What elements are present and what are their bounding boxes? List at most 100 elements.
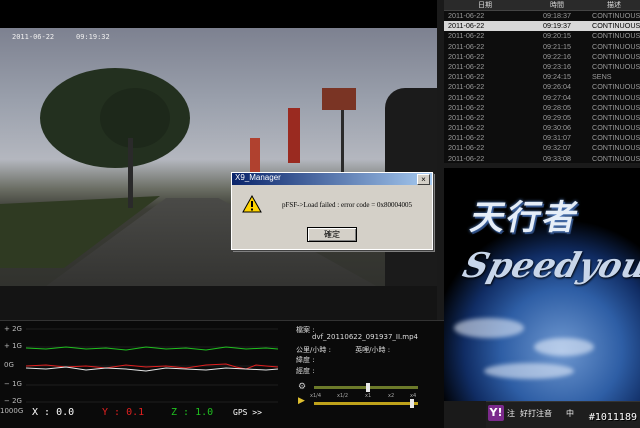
list-cell-time: 09:20:15 xyxy=(543,31,571,41)
list-cell-time: 09:32:07 xyxy=(543,143,571,153)
list-cell-time: 09:26:04 xyxy=(543,82,571,92)
list-cell-desc: SENS xyxy=(592,72,612,82)
osd-date: 2011-06-22 xyxy=(12,33,55,41)
mph-label: 英哩/小時 : xyxy=(355,345,391,354)
axes-readout: X : 0.0 Y : 0.1 Z : 1.0 GPS >> xyxy=(0,407,290,423)
list-cell-time: 09:29:05 xyxy=(543,112,571,122)
list-cell-time: 09:27:04 xyxy=(543,92,571,102)
dialog-title: X9_Manager xyxy=(235,173,281,182)
list-row[interactable]: 2011-06-22 09:21:15 CONTINUOUS xyxy=(444,42,640,52)
dialog-close-button[interactable]: × xyxy=(417,174,430,185)
error-dialog: X9_Manager × pFSF->Load failed : error c… xyxy=(231,172,433,250)
column-header-time[interactable]: 時間 xyxy=(526,0,588,10)
list-row[interactable]: 2011-06-22 09:30:06 CONTINUOUS xyxy=(444,123,640,133)
shop-sign xyxy=(288,108,300,163)
lang-indicator[interactable]: 中 xyxy=(566,408,574,419)
list-cell-time: 09:31:07 xyxy=(543,133,571,143)
yahoo-icon[interactable]: Y! xyxy=(488,405,504,421)
list-cell-date: 2011-06-22 xyxy=(448,112,485,122)
list-cell-desc: CONTINUOUS xyxy=(592,61,640,71)
watermark: #1011189 xyxy=(588,412,637,423)
speed-slider-thumb[interactable] xyxy=(366,383,370,392)
list-row[interactable]: 2011-06-22 09:24:15 SENS xyxy=(444,72,640,82)
volume-slider[interactable] xyxy=(314,399,418,408)
gsensor-graph xyxy=(26,325,278,405)
warning-icon xyxy=(242,195,262,213)
x-readout: X : 0.0 xyxy=(32,407,75,418)
volume-slider-thumb[interactable] xyxy=(410,399,414,408)
brand-panel: 天行者 Speedyou xyxy=(444,168,640,401)
bike-icon: ⚙ xyxy=(298,382,307,392)
list-row[interactable]: 2011-06-22 09:29:05 CONTINUOUS xyxy=(444,113,640,123)
list-cell-desc: CONTINUOUS xyxy=(592,51,640,61)
video-top-bar xyxy=(0,0,437,28)
speed-tick: x1 xyxy=(365,393,372,399)
list-cell-date: 2011-06-22 xyxy=(448,61,485,71)
list-cell-date: 2011-06-22 xyxy=(448,51,485,61)
cloud xyxy=(534,338,594,356)
ime-note-icon[interactable]: 注 xyxy=(507,408,515,419)
list-row[interactable]: 2011-06-22 09:22:16 CONTINUOUS xyxy=(444,52,640,62)
ime-label[interactable]: 好打注音 xyxy=(520,408,552,419)
list-cell-date: 2011-06-22 xyxy=(448,92,485,102)
brand-slogan: Speedyou xyxy=(458,246,640,286)
list-row[interactable]: 2011-06-22 09:18:37 CONTINUOUS xyxy=(444,11,640,21)
cloud xyxy=(454,318,524,338)
z-readout: Z : 1.0 xyxy=(171,407,214,418)
playback-speed-slider[interactable] xyxy=(314,383,418,392)
g-label-minus1: − 1G xyxy=(4,380,22,388)
list-cell-time: 09:19:37 xyxy=(543,21,571,31)
dialog-titlebar[interactable]: X9_Manager × xyxy=(232,173,432,185)
list-cell-date: 2011-06-22 xyxy=(448,11,485,20)
bottom-panel: + 2G + 1G 0G − 1G − 2G 1000G X : 0.0 Y :… xyxy=(0,320,444,428)
cloud xyxy=(484,363,574,379)
list-row[interactable]: 2011-06-22 09:28:05 CONTINUOUS xyxy=(444,103,640,113)
osd-time: 09:19:32 xyxy=(76,33,110,41)
list-cell-desc: CONTINUOUS xyxy=(592,153,640,163)
list-cell-date: 2011-06-22 xyxy=(448,123,485,133)
list-cell-time: 09:30:06 xyxy=(543,123,571,133)
list-row[interactable]: 2011-06-22 09:31:07 CONTINUOUS xyxy=(444,133,640,143)
list-cell-date: 2011-06-22 xyxy=(448,21,485,31)
list-cell-date: 2011-06-22 xyxy=(448,41,485,51)
column-header-desc[interactable]: 描述 xyxy=(588,0,640,10)
list-cell-date: 2011-06-22 xyxy=(448,31,485,41)
list-cell-desc: CONTINUOUS xyxy=(592,92,640,102)
list-row[interactable]: 2011-06-22 09:20:15 CONTINUOUS xyxy=(444,31,640,41)
speed-tick: x2 xyxy=(388,393,395,399)
gps-button[interactable]: GPS >> xyxy=(233,408,262,417)
list-row[interactable]: 2011-06-22 09:27:04 CONTINUOUS xyxy=(444,93,640,103)
list-cell-time: 09:21:15 xyxy=(543,41,571,51)
list-cell-desc: CONTINUOUS xyxy=(592,102,640,112)
list-header: 日期 時間 描述 xyxy=(444,0,640,11)
list-row[interactable]: 2011-06-22 09:23:16 CONTINUOUS xyxy=(444,62,640,72)
list-cell-desc: CONTINUOUS xyxy=(592,31,640,41)
speed-tick: x1/4 xyxy=(310,393,322,399)
kmh-label: 公里/小時 : xyxy=(296,345,331,354)
list-cell-date: 2011-06-22 xyxy=(448,153,485,163)
ok-button[interactable]: 確定 xyxy=(307,227,357,242)
list-cell-desc: CONTINUOUS xyxy=(592,41,640,51)
list-cell-desc: CONTINUOUS xyxy=(592,112,640,122)
list-cell-desc: CONTINUOUS xyxy=(592,143,640,153)
billboard xyxy=(322,88,356,110)
recording-list: 日期 時間 描述 2011-06-22 09:18:37 CONTINUOUS 201… xyxy=(444,0,640,163)
g-label-zero: 0G xyxy=(4,361,14,369)
list-cell-time: 09:23:16 xyxy=(543,61,571,71)
list-cell-date: 2011-06-22 xyxy=(448,143,485,153)
list-row[interactable]: 2011-06-22 09:26:04 CONTINUOUS xyxy=(444,82,640,92)
file-name: dvf_20110622_091937_II.mp4 xyxy=(312,333,418,341)
list-row[interactable]: 2011-06-22 09:32:07 CONTINUOUS xyxy=(444,143,640,153)
list-cell-time: 09:24:15 xyxy=(543,72,571,82)
list-cell-date: 2011-06-22 xyxy=(448,102,485,112)
list-row[interactable]: 2011-06-22 09:19:37 CONTINUOUS xyxy=(444,21,640,32)
list-cell-desc: CONTINUOUS xyxy=(592,133,640,143)
longitude-label: 經度 : xyxy=(296,366,315,375)
tree-trunk xyxy=(128,138,133,208)
list-cell-date: 2011-06-22 xyxy=(448,82,485,92)
list-row[interactable]: 2011-06-22 09:33:08 CONTINUOUS xyxy=(444,154,640,163)
column-header-date[interactable]: 日期 xyxy=(444,0,526,10)
y-readout: Y : 0.1 xyxy=(102,407,145,418)
dialog-message: pFSF->Load failed : error code = 0x80004… xyxy=(282,201,412,209)
speed-labels: 公里/小時 : 英哩/小時 : xyxy=(296,345,390,356)
